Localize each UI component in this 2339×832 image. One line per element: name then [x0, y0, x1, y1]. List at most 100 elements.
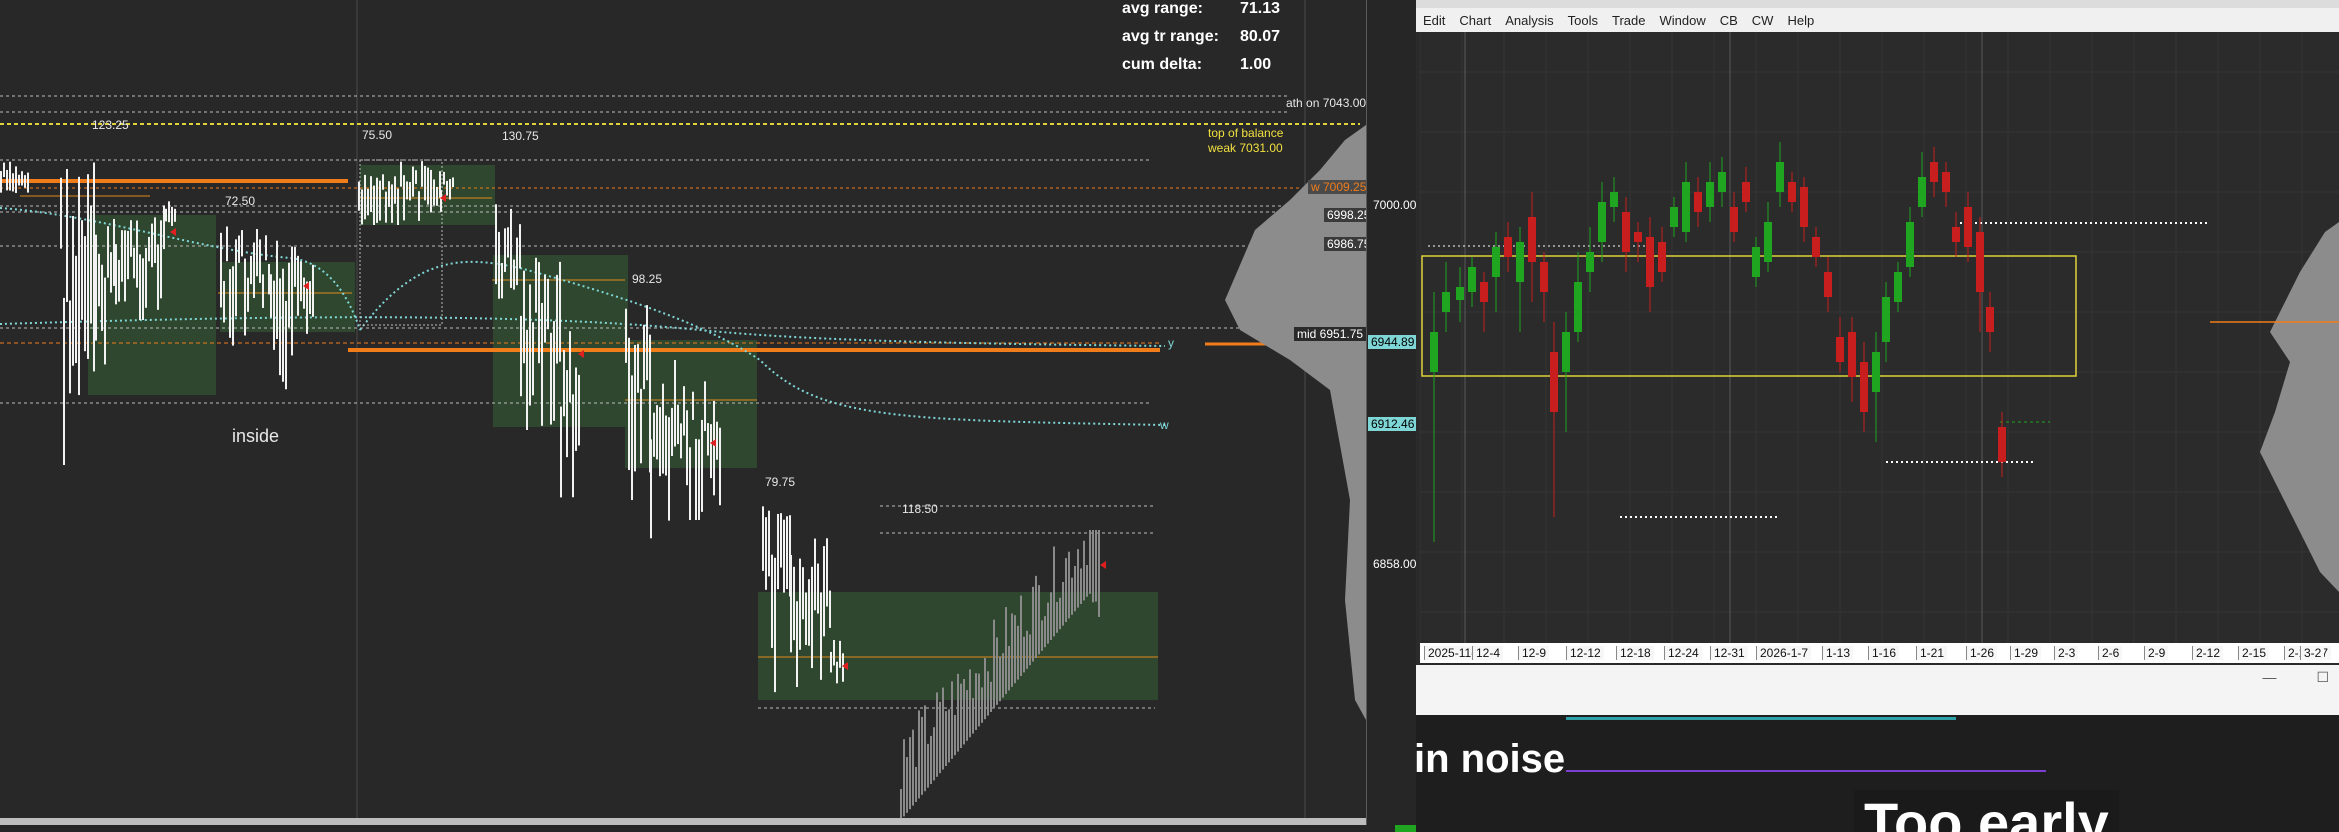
price-bar [538, 262, 540, 364]
date-label: 12-4 [1472, 646, 1504, 660]
price-bar [716, 421, 718, 460]
menu-help[interactable]: Help [1780, 13, 1821, 28]
price-bar [223, 281, 225, 323]
date-label: 1-26 [1966, 646, 1998, 660]
date-label: 1-29 [2010, 646, 2042, 660]
price-bar [768, 510, 770, 577]
menu-cw[interactable]: CW [1745, 13, 1781, 28]
left-chart-canvas[interactable] [0, 0, 1366, 825]
swing-label: 130.75 [502, 129, 539, 143]
price-bar [656, 405, 658, 460]
menu-cb[interactable]: CB [1713, 13, 1745, 28]
menu-tools[interactable]: Tools [1561, 13, 1605, 28]
price-bar [957, 673, 959, 752]
price-bar [418, 191, 420, 221]
price-bar [686, 410, 688, 486]
price-bar [519, 224, 521, 269]
price-bar [18, 174, 20, 186]
price-bar [409, 181, 411, 201]
secondary-window[interactable]: — ☐ [1416, 665, 2339, 715]
price-bar [799, 558, 801, 650]
ath-label: ath on 7043.00 [1286, 96, 1367, 110]
price-bar [547, 278, 549, 330]
price-bar [385, 191, 387, 223]
swing-label: 98.25 [632, 272, 663, 286]
candle-body [1658, 242, 1666, 272]
price-bar [238, 235, 240, 263]
price-bar [1050, 592, 1052, 640]
price-bar [151, 223, 153, 268]
price-bar [817, 563, 819, 614]
candle-body [1742, 182, 1750, 202]
price-bar [391, 184, 393, 223]
price-bar [6, 169, 8, 191]
left-chart-pane[interactable]: avg range: 71.13 avg tr range: 80.07 cum d… [0, 0, 1367, 825]
price-bar [544, 274, 546, 343]
price-bar [933, 727, 935, 781]
price-bar [436, 186, 438, 206]
daily-candle-chart[interactable] [1419, 32, 2339, 643]
price-bar [84, 236, 86, 352]
price-bar [63, 297, 65, 465]
price-bar [1017, 625, 1019, 680]
price-bar [253, 242, 255, 298]
price-bar [388, 181, 390, 207]
candle-body [1706, 182, 1714, 207]
price-bar [987, 671, 989, 716]
price-bar [282, 268, 284, 382]
price-bar [783, 519, 785, 593]
menu-analysis[interactable]: Analysis [1498, 13, 1560, 28]
price-bar [66, 169, 68, 302]
price-axis-label: 6944.89 [1368, 335, 1418, 349]
candle-body [1492, 247, 1500, 277]
price-bar [256, 229, 258, 277]
price-bar [628, 337, 630, 471]
price-bar [1041, 620, 1043, 651]
candle-body [1586, 252, 1594, 272]
price-bar [513, 259, 515, 290]
price-bar [24, 175, 26, 188]
price-bar [790, 554, 792, 653]
price-bar [259, 239, 261, 283]
price-bar [235, 239, 237, 317]
price-bar [427, 167, 429, 205]
candle-body [1776, 162, 1784, 192]
price-bar [113, 218, 115, 286]
price-bar [220, 232, 222, 308]
price-bar [406, 181, 408, 200]
level-label: 6986.75 [1324, 237, 1366, 251]
candle-body [1752, 247, 1760, 277]
stats-panel: avg range: 71.13 avg tr range: 80.07 cum d… [1122, 0, 1280, 84]
menu-edit[interactable]: Edit [1416, 13, 1452, 28]
candle-body [1598, 202, 1606, 242]
price-bar [495, 204, 497, 285]
price-bar [777, 513, 779, 590]
candle-body [1456, 287, 1464, 300]
price-bar [563, 350, 565, 417]
price-bar [276, 240, 278, 340]
price-bar [1008, 645, 1010, 691]
menu-window[interactable]: Window [1652, 13, 1712, 28]
price-bar [796, 601, 798, 688]
price-bar [107, 226, 109, 278]
price-bar [1059, 597, 1061, 630]
candle-body [1634, 232, 1642, 242]
price-bar [412, 166, 414, 197]
menu-chart[interactable]: Chart [1452, 13, 1498, 28]
price-bar [526, 329, 528, 430]
price-bar [90, 205, 92, 324]
price-bar [535, 257, 537, 313]
daily-candle-canvas[interactable] [1419, 32, 2339, 643]
right-chart-window[interactable]: Edit Chart Analysis Tools Trade Window C… [1416, 0, 2339, 715]
maximize-button[interactable]: ☐ [2316, 669, 2329, 685]
price-bar [288, 262, 290, 328]
price-bar [516, 237, 518, 286]
candle-body [1694, 192, 1702, 212]
candle-body [1860, 362, 1868, 412]
minimize-button[interactable]: — [2263, 669, 2277, 685]
window-controls: — ☐ [2263, 669, 2329, 686]
price-bar [662, 383, 664, 474]
menu-trade[interactable]: Trade [1605, 13, 1652, 28]
price-axis-label: 6912.46 [1368, 417, 1418, 431]
indicator-line [1566, 770, 2046, 772]
